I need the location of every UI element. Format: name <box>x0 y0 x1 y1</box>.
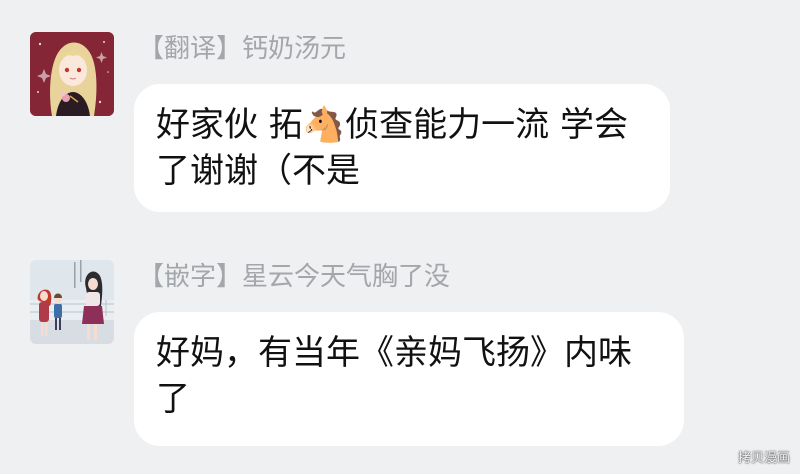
message-bubble[interactable]: 好妈，有当年《亲妈飞扬》内味了 <box>134 312 684 446</box>
chat-message: 【嵌字】星云今天气胸了没 好妈，有当年《亲妈飞扬》内味了 <box>0 260 800 460</box>
chat-message: 【翻译】钙奶汤元 好家伙 拓🐴侦查能力一流 学会了谢谢（不是 <box>0 32 800 222</box>
anime-girl-avatar-image <box>30 32 114 116</box>
avatar[interactable] <box>30 32 114 116</box>
message-text: 好妈，有当年《亲妈飞扬》内味了 <box>156 333 632 419</box>
watermark: 拷贝漫画 <box>737 451 790 466</box>
sender-name[interactable]: 【翻译】钙奶汤元 <box>138 34 346 64</box>
sender-name[interactable]: 【嵌字】星云今天气胸了没 <box>138 262 450 292</box>
avatar[interactable] <box>30 260 114 344</box>
anime-characters-avatar-image <box>30 260 114 344</box>
message-bubble[interactable]: 好家伙 拓🐴侦查能力一流 学会了谢谢（不是 <box>134 84 670 212</box>
message-text: 好家伙 拓🐴侦查能力一流 学会了谢谢（不是 <box>156 105 628 191</box>
